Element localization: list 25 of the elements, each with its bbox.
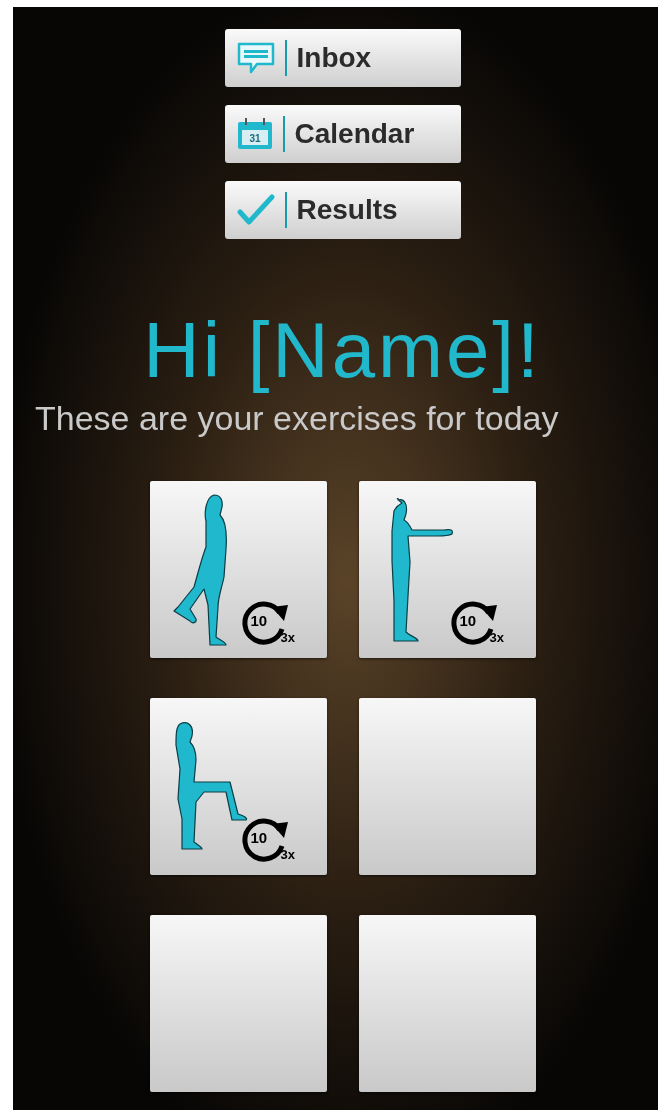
repetition-count: 10 [250,830,268,845]
nav-button[interactable]: 31 Calendar [224,105,461,163]
empty-exercise-tile[interactable] [358,915,536,1092]
divider [284,40,287,76]
calendar-date: 31 [248,133,261,144]
button-label: Calendar [294,117,415,151]
repetition-count: 10 [459,613,477,628]
checkmark-icon [236,194,275,226]
message-icon [236,42,275,74]
empty-exercise-tile[interactable] [149,915,327,1092]
subtitle: These are your exercises for today [35,401,559,435]
repetition-count: 10 [250,613,268,628]
nav-button[interactable]: Inbox [224,29,461,87]
button-label: Results [296,193,398,227]
set-count: 3x [489,631,504,644]
exercise-tile[interactable]: 10 3x [149,698,327,875]
set-count: 3x [280,631,295,644]
nav-button[interactable]: Results [224,181,461,239]
exercise-tile[interactable]: 10 3x [358,481,536,658]
set-count: 3x [280,848,295,861]
divider [282,116,285,152]
empty-exercise-tile[interactable] [358,698,536,875]
button-label: Inbox [296,41,372,75]
exercise-tile[interactable]: 10 3x [149,481,327,658]
divider [284,192,287,228]
